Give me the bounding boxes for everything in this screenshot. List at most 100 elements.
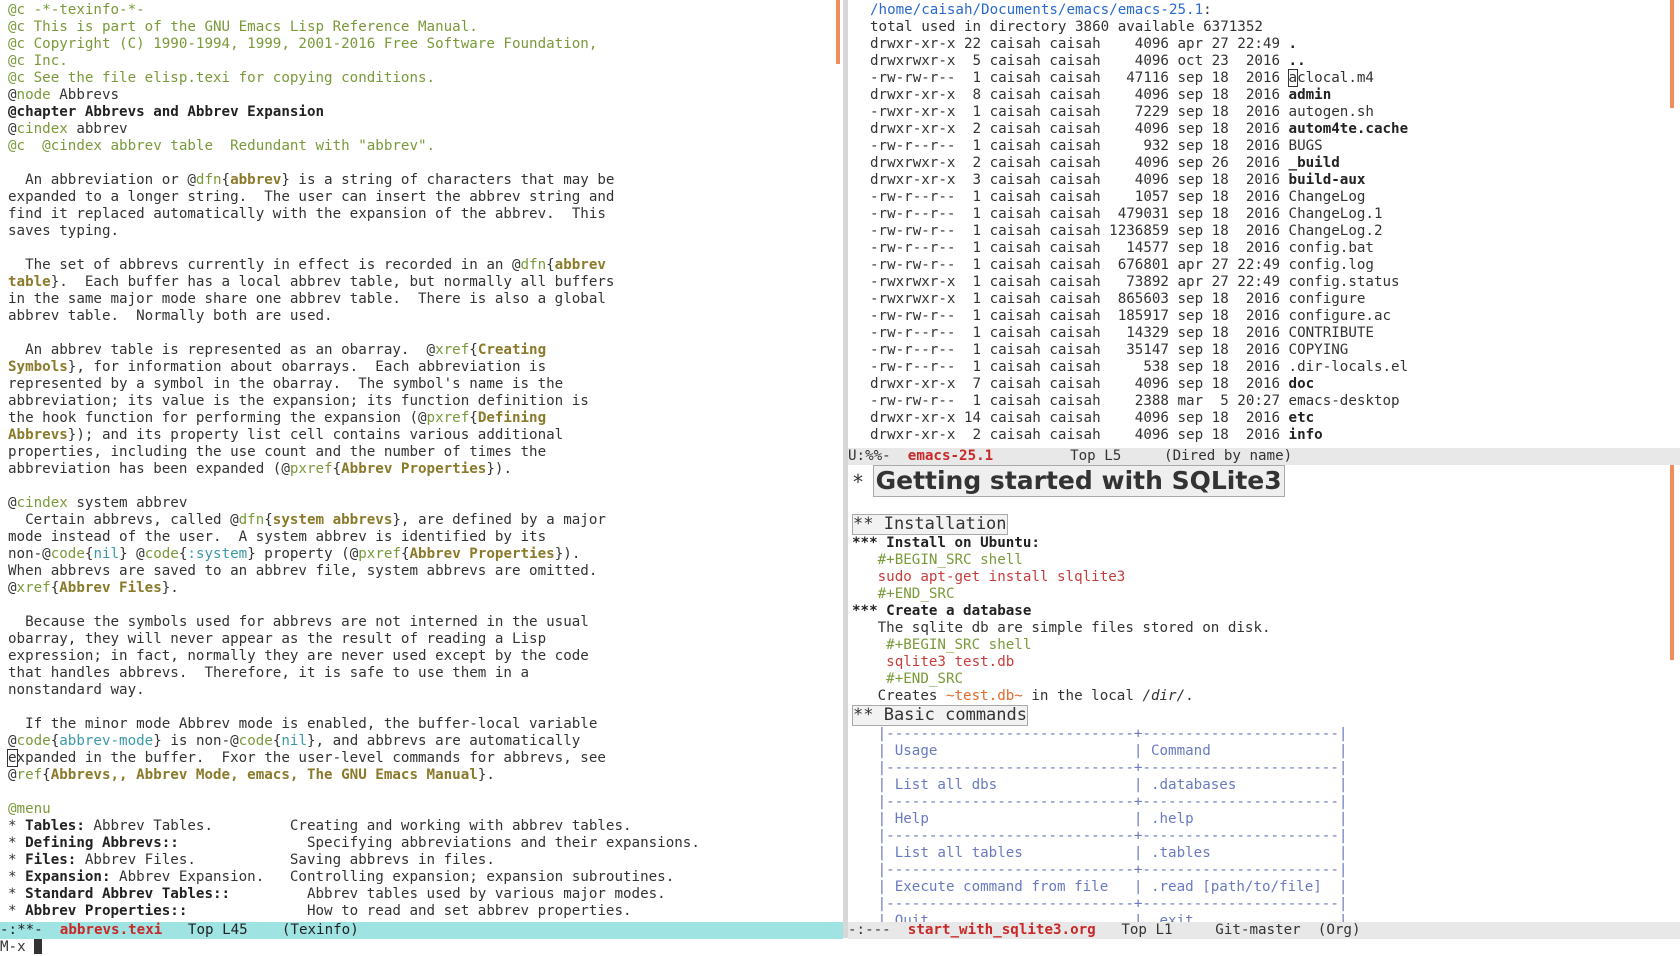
dired-file-row[interactable]: drwxr-xr-x 2 caisah caisah 4096 sep 18 2… — [870, 121, 1680, 138]
org-line[interactable]: | Quit | .exit | — [852, 913, 1680, 922]
texinfo-scrollbar[interactable] — [836, 0, 840, 922]
mode-line-buffer-name[interactable]: emacs-25.1 — [908, 448, 993, 464]
org-line[interactable]: |-----------------------------+---------… — [852, 726, 1680, 743]
dired-file-row[interactable]: total used in directory 3860 available 6… — [870, 19, 1680, 36]
texinfo-line[interactable]: mode instead of the user. A system abbre… — [8, 529, 842, 546]
dired-mode-line[interactable]: U:%%- emacs-25.1 Top L5 (Dired by name) — [848, 448, 1680, 465]
dired-buffer-text[interactable]: /home/caisah/Documents/emacs/emacs-25.1:… — [848, 0, 1680, 444]
texinfo-line[interactable]: If the minor mode Abbrev mode is enabled… — [8, 716, 842, 733]
dired-scroll-thumb[interactable] — [1670, 0, 1674, 108]
texinfo-line[interactable]: ​ — [8, 325, 842, 342]
texinfo-line[interactable]: An abbrev table is represented as an oba… — [8, 342, 842, 359]
texinfo-line[interactable]: ​ — [8, 240, 842, 257]
texinfo-line[interactable]: @ref{Abbrevs,, Abbrev Mode, emacs, The G… — [8, 767, 842, 784]
texinfo-line[interactable]: Abbrevs}); and its property list cell co… — [8, 427, 842, 444]
dired-file-row[interactable]: drwxr-xr-x 22 caisah caisah 4096 apr 27 … — [870, 36, 1680, 53]
dired-file-row[interactable]: drwxr-xr-x 3 caisah caisah 4096 sep 18 2… — [870, 172, 1680, 189]
texinfo-line[interactable]: ​ — [8, 155, 842, 172]
texinfo-line[interactable]: @c Copyright (C) 1990-1994, 1999, 2001-2… — [8, 36, 842, 53]
org-document-title[interactable]: Getting started with SQLite3 — [872, 465, 1285, 497]
texinfo-line[interactable]: ​ — [8, 597, 842, 614]
dired-file-row[interactable]: -rw-rw-r-- 1 caisah caisah 185917 sep 18… — [870, 308, 1680, 325]
texinfo-line[interactable]: @chapter Abbrevs and Abbrev Expansion — [8, 104, 842, 121]
texinfo-line[interactable]: @cindex abbrev — [8, 121, 842, 138]
dired-file-row[interactable]: -rw-r--r-- 1 caisah caisah 14577 sep 18 … — [870, 240, 1680, 257]
texinfo-line[interactable]: * Expansion: Abbrev Expansion. Controlli… — [8, 869, 842, 886]
org-line[interactable]: ** Installation — [852, 514, 1680, 535]
texinfo-line[interactable]: Because the symbols used for abbrevs are… — [8, 614, 842, 631]
org-line[interactable]: | Execute command from file | .read [pat… — [852, 879, 1680, 896]
dired-file-row[interactable]: -rwxrwxr-x 1 caisah caisah 73892 apr 27 … — [870, 274, 1680, 291]
org-line[interactable]: #+END_SRC — [852, 671, 1680, 688]
texinfo-line[interactable]: in the same major mode share one abbrev … — [8, 291, 842, 308]
org-line[interactable]: #+END_SRC — [852, 586, 1680, 603]
texinfo-line[interactable]: @c @cindex abbrev table Redundant with "… — [8, 138, 842, 155]
texinfo-line[interactable]: expanded to a longer string. The user ca… — [8, 189, 842, 206]
org-line[interactable]: | List all tables | .tables | — [852, 845, 1680, 862]
texinfo-line[interactable]: The set of abbrevs currently in effect i… — [8, 257, 842, 274]
org-line[interactable]: #+BEGIN_SRC shell — [852, 552, 1680, 569]
texinfo-line[interactable]: When abbrevs are saved to an abbrev file… — [8, 563, 842, 580]
org-line[interactable]: sqlite3 test.db — [852, 654, 1680, 671]
minibuffer[interactable]: M-x — [0, 939, 1680, 956]
dired-file-row[interactable]: -rw-rw-r-- 1 caisah caisah 47116 sep 18 … — [870, 69, 1680, 87]
texinfo-line[interactable]: table}. Each buffer has a local abbrev t… — [8, 274, 842, 291]
texinfo-line[interactable]: abbreviation has been expanded (@pxref{A… — [8, 461, 842, 478]
org-line[interactable]: The sqlite db are simple files stored on… — [852, 620, 1680, 637]
dired-file-row[interactable]: -rw-r--r-- 1 caisah caisah 538 sep 18 20… — [870, 359, 1680, 376]
org-line[interactable]: sudo apt-get install slqlite3 — [852, 569, 1680, 586]
texinfo-line[interactable]: ​ — [8, 478, 842, 495]
texinfo-scroll-thumb[interactable] — [836, 0, 840, 64]
texinfo-line[interactable]: @c Inc. — [8, 53, 842, 70]
dired-file-row[interactable]: drwxr-xr-x 2 caisah caisah 4096 sep 18 2… — [870, 427, 1680, 444]
texinfo-line[interactable]: ​ — [8, 784, 842, 801]
texinfo-line[interactable]: nonstandard way. — [8, 682, 842, 699]
texinfo-line[interactable]: properties, including the use count and … — [8, 444, 842, 461]
dired-file-row[interactable]: drwxr-xr-x 8 caisah caisah 4096 sep 18 2… — [870, 87, 1680, 104]
org-line[interactable]: ** Basic commands — [852, 705, 1680, 726]
texinfo-line[interactable]: An abbreviation or @dfn{abbrev} is a str… — [8, 172, 842, 189]
dired-file-row[interactable]: drwxrwxr-x 2 caisah caisah 4096 sep 26 2… — [870, 155, 1680, 172]
dired-file-row[interactable]: -rwxr-xr-x 1 caisah caisah 7229 sep 18 2… — [870, 104, 1680, 121]
texinfo-line[interactable]: * Tables: Abbrev Tables. Creating and wo… — [8, 818, 842, 835]
org-line[interactable]: | Usage | Command | — [852, 743, 1680, 760]
org-line[interactable]: *** Install on Ubuntu: — [852, 535, 1680, 552]
texinfo-line[interactable]: saves typing. — [8, 223, 842, 240]
texinfo-line[interactable]: * Files: Abbrev Files. Saving abbrevs in… — [8, 852, 842, 869]
texinfo-line[interactable]: * Abbrev Properties:: How to read and se… — [8, 903, 842, 920]
dired-file-row[interactable]: -rwxrwxr-x 1 caisah caisah 865603 sep 18… — [870, 291, 1680, 308]
texinfo-line[interactable]: expanded in the buffer. Fxor the user-le… — [7, 749, 842, 767]
texinfo-window[interactable]: @c -*-texinfo-*- @c This is part of the G… — [0, 0, 842, 922]
org-buffer-text[interactable]: * Getting started with SQLite3 ​** Insta… — [848, 465, 1680, 922]
dired-file-row[interactable]: drwxr-xr-x 7 caisah caisah 4096 sep 18 2… — [870, 376, 1680, 393]
org-line[interactable]: |-----------------------------+---------… — [852, 794, 1680, 811]
org-window[interactable]: * Getting started with SQLite3 ​** Insta… — [848, 465, 1680, 922]
org-line[interactable]: #+BEGIN_SRC shell — [852, 637, 1680, 654]
texinfo-line[interactable]: @cindex system abbrev — [8, 495, 842, 512]
texinfo-line[interactable]: @code{abbrev-mode} is non-@code{nil}, an… — [8, 733, 842, 750]
mode-line-buffer-name[interactable]: start_with_sqlite3.org — [908, 922, 1096, 938]
dired-file-row[interactable]: -rw-r--r-- 1 caisah caisah 1057 sep 18 2… — [870, 189, 1680, 206]
dired-window[interactable]: /home/caisah/Documents/emacs/emacs-25.1:… — [848, 0, 1680, 448]
org-line[interactable]: Creates ~test.db~ in the local /dir/. — [852, 688, 1680, 705]
dired-file-row[interactable]: -rw-r--r-- 1 caisah caisah 35147 sep 18 … — [870, 342, 1680, 359]
texinfo-line[interactable]: @node Abbrevs — [8, 87, 842, 104]
texinfo-line[interactable]: * Standard Abbrev Tables:: Abbrev tables… — [8, 886, 842, 903]
org-mode-line[interactable]: -:--- start_with_sqlite3.org Top L1 Git-… — [848, 922, 1680, 939]
texinfo-line[interactable]: Certain abbrevs, called @dfn{system abbr… — [8, 512, 842, 529]
org-line[interactable]: |-----------------------------+---------… — [852, 828, 1680, 845]
texinfo-line[interactable]: represented by a symbol in the obarray. … — [8, 376, 842, 393]
texinfo-line[interactable]: Symbols}, for information about obarrays… — [8, 359, 842, 376]
dired-file-row[interactable]: drwxr-xr-x 14 caisah caisah 4096 sep 18 … — [870, 410, 1680, 427]
org-line[interactable]: *** Create a database — [852, 603, 1680, 620]
texinfo-line[interactable]: expression; in fact, normally they are n… — [8, 648, 842, 665]
texinfo-line[interactable]: @c See the file elisp.texi for copying c… — [8, 70, 842, 87]
org-line[interactable]: |-----------------------------+---------… — [852, 896, 1680, 913]
texinfo-line[interactable]: @menu — [8, 801, 842, 818]
org-line[interactable]: | List all dbs | .databases | — [852, 777, 1680, 794]
org-line[interactable]: ​ — [852, 497, 1680, 514]
texinfo-line[interactable]: find it replaced automatically with the … — [8, 206, 842, 223]
org-line[interactable]: |-----------------------------+---------… — [852, 760, 1680, 777]
texinfo-mode-line[interactable]: -:**- abbrevs.texi Top L45 (Texinfo) — [0, 922, 843, 939]
texinfo-line[interactable]: @c This is part of the GNU Emacs Lisp Re… — [8, 19, 842, 36]
